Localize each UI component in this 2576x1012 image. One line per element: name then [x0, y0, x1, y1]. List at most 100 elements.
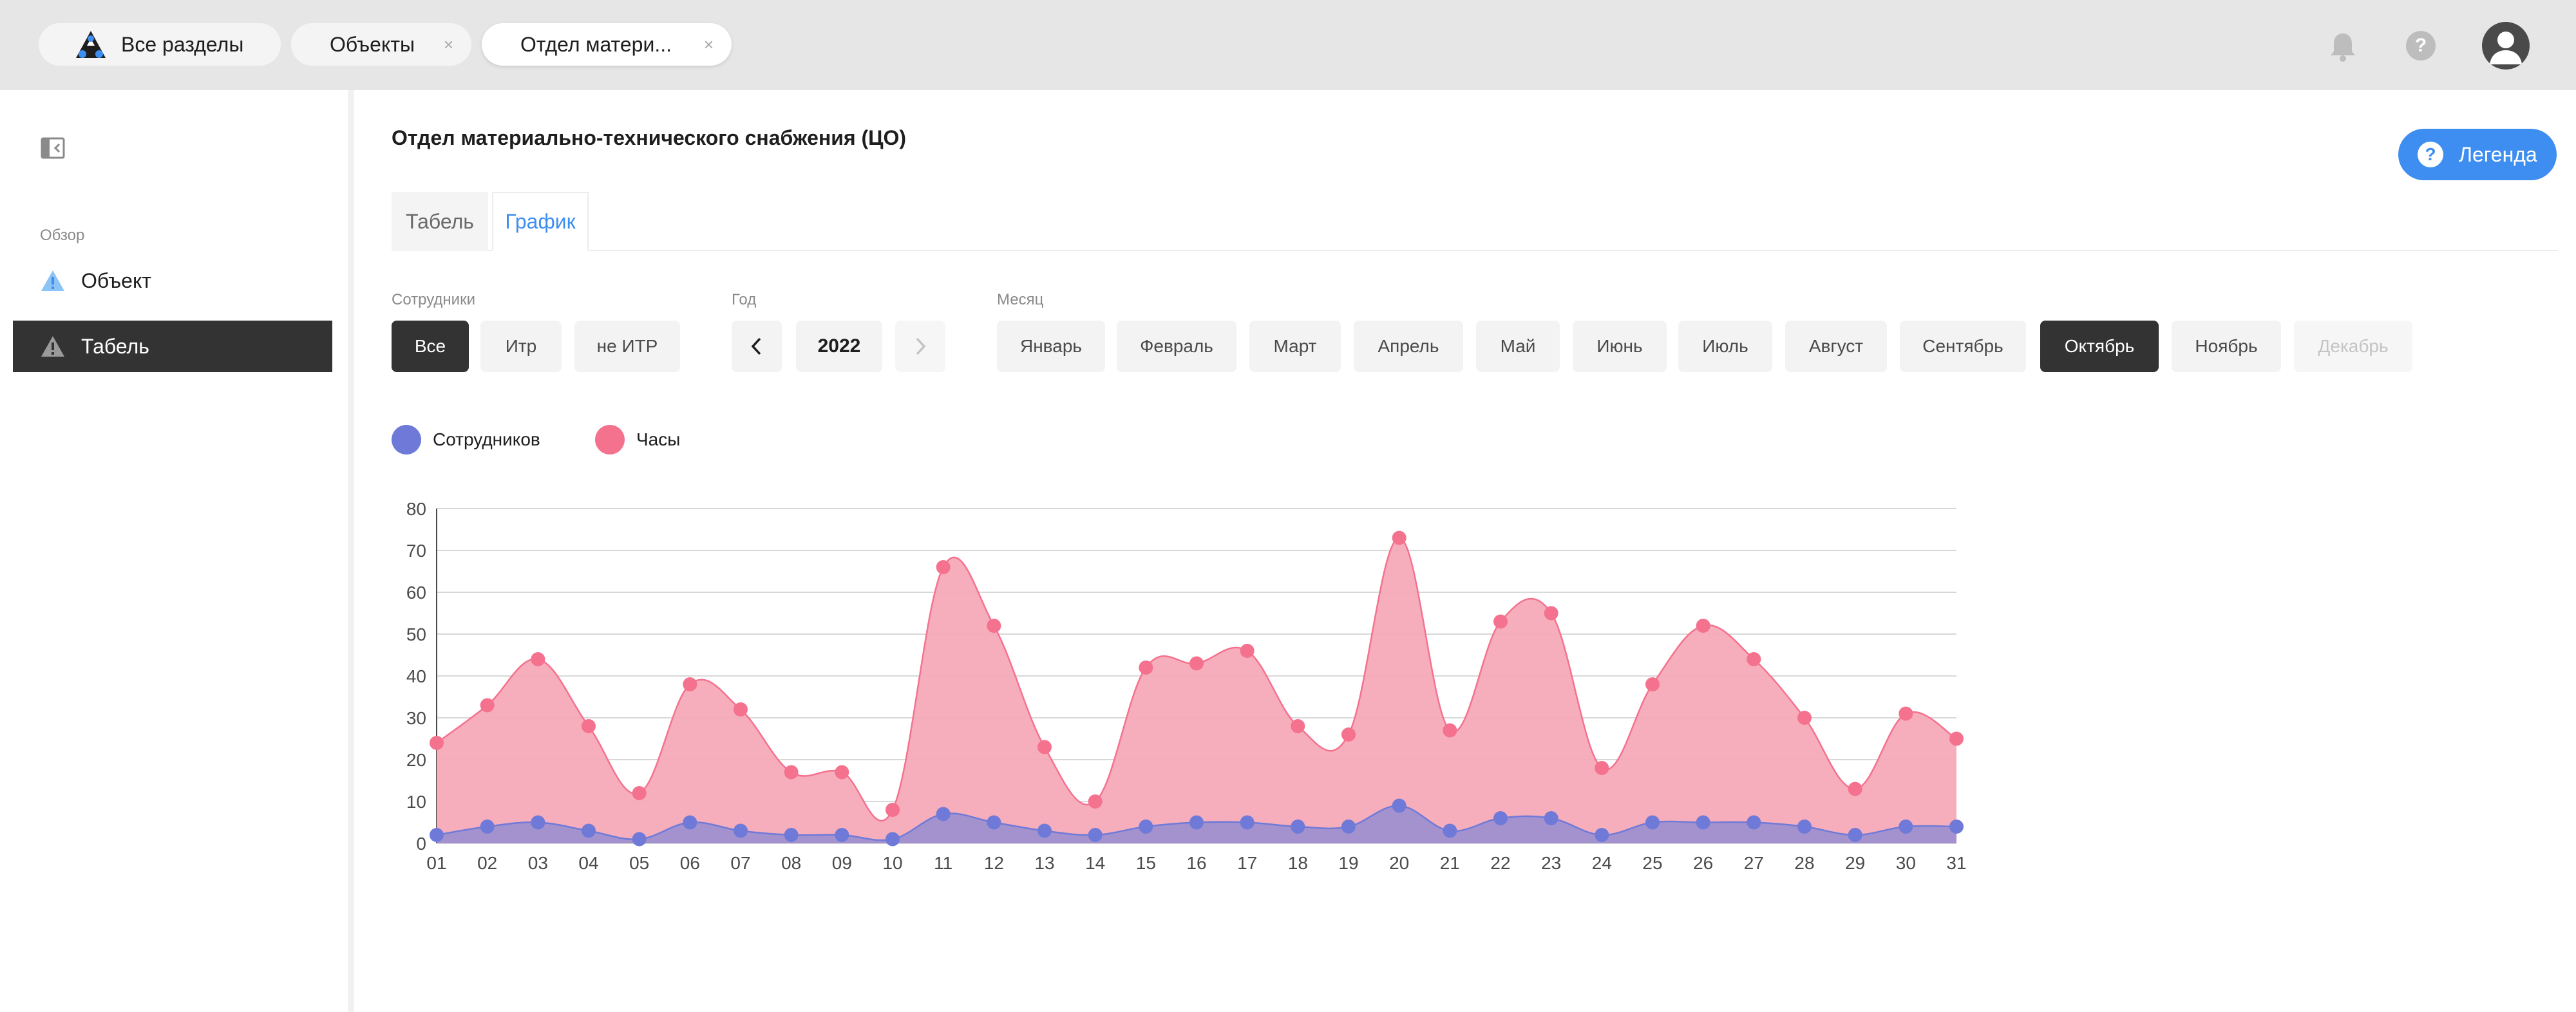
month-button-jan[interactable]: Январь	[997, 321, 1105, 372]
data-point	[430, 736, 444, 750]
data-point	[1037, 740, 1052, 754]
legend-button-label: Легенда	[2459, 142, 2537, 166]
data-point	[1544, 811, 1558, 825]
x-tick-label: 19	[1338, 853, 1358, 873]
data-point	[632, 832, 647, 847]
data-point	[1341, 820, 1356, 834]
data-point	[1797, 820, 1812, 834]
data-point	[531, 652, 545, 666]
month-button-jun[interactable]: Июнь	[1573, 321, 1667, 372]
x-tick-label: 12	[984, 853, 1004, 873]
data-point	[734, 823, 748, 838]
data-point	[1645, 815, 1660, 830]
data-point	[1848, 782, 1862, 796]
avatar[interactable]	[2482, 22, 2530, 70]
data-point	[1443, 823, 1457, 838]
month-button-apr[interactable]: Апрель	[1354, 321, 1463, 372]
tab-department[interactable]: Отдел матери... ×	[482, 23, 732, 66]
sidebar: Обзор Объект Табель	[0, 90, 354, 1012]
month-button-aug[interactable]: Август	[1785, 321, 1887, 372]
x-tick-label: 30	[1896, 853, 1916, 873]
data-point	[683, 815, 697, 830]
employees-filter-label: Сотрудники	[392, 291, 475, 308]
data-point	[1291, 820, 1305, 834]
year-prev-button[interactable]	[732, 321, 782, 372]
data-point	[430, 828, 444, 842]
legend-item-hours[interactable]: Часы	[595, 425, 680, 454]
chevron-right-icon	[916, 337, 926, 355]
x-tick-label: 09	[832, 853, 852, 873]
x-tick-label: 24	[1592, 853, 1612, 873]
close-icon[interactable]: ×	[444, 35, 453, 54]
data-point	[1797, 711, 1812, 725]
data-point	[936, 560, 951, 574]
sidebar-item-label: Табель	[81, 334, 149, 358]
collapse-sidebar-icon[interactable]	[40, 135, 66, 161]
data-point	[1645, 677, 1660, 691]
legend-item-employees[interactable]: Сотрудников	[392, 425, 540, 454]
tab-graph[interactable]: График	[492, 192, 589, 251]
legend-marker	[392, 425, 421, 454]
data-point	[1088, 828, 1103, 842]
tab-department-label: Отдел матери...	[520, 32, 672, 56]
x-tick-label: 08	[781, 853, 801, 873]
x-tick-label: 26	[1693, 853, 1713, 873]
employees-itr-button[interactable]: Итр	[480, 321, 562, 372]
y-tick-label: 60	[406, 583, 426, 603]
month-button-jul[interactable]: Июль	[1678, 321, 1772, 372]
year-next-button[interactable]	[895, 321, 945, 372]
x-tick-label: 20	[1389, 853, 1409, 873]
y-tick-label: 40	[406, 666, 426, 686]
close-icon[interactable]: ×	[704, 35, 714, 54]
data-point	[632, 786, 647, 800]
data-point	[1139, 820, 1153, 834]
month-button-may[interactable]: Май	[1476, 321, 1560, 372]
bell-icon[interactable]	[2329, 31, 2357, 63]
data-point	[582, 719, 596, 733]
employees-all-button[interactable]: Все	[392, 321, 469, 372]
month-button-dec: Декабрь	[2294, 321, 2412, 372]
tab-tabel[interactable]: Табель	[392, 192, 488, 251]
legend-button[interactable]: ? Легенда	[2398, 129, 2557, 180]
tab-objects[interactable]: Объекты ×	[291, 23, 471, 66]
x-tick-label: 27	[1744, 853, 1764, 873]
x-tick-label: 05	[629, 853, 649, 873]
data-point	[987, 619, 1001, 633]
data-point	[1240, 815, 1255, 830]
data-point	[1595, 828, 1609, 842]
data-point	[936, 807, 951, 821]
data-point	[784, 828, 799, 842]
month-button-nov[interactable]: Ноябрь	[2172, 321, 2281, 372]
data-point	[1341, 727, 1356, 742]
sidebar-item-label: Объект	[81, 268, 151, 292]
legend-marker	[595, 425, 625, 454]
data-point	[1392, 798, 1406, 813]
sidebar-item-object[interactable]: Объект	[13, 255, 332, 306]
y-tick-label: 30	[406, 708, 426, 728]
data-point	[1037, 823, 1052, 838]
y-tick-label: 0	[416, 834, 426, 854]
chevron-left-icon	[751, 337, 761, 355]
employees-non-itr-button[interactable]: не ИТР	[574, 321, 680, 372]
x-tick-label: 07	[730, 853, 750, 873]
month-button-sep[interactable]: Сентябрь	[1900, 321, 2026, 372]
data-point	[1747, 815, 1761, 830]
data-point	[531, 815, 545, 830]
data-point	[1595, 761, 1609, 775]
y-tick-label: 80	[406, 499, 426, 519]
sidebar-item-tabel[interactable]: Табель	[13, 321, 332, 372]
month-button-oct[interactable]: Октябрь	[2040, 321, 2159, 372]
legend-label: Сотрудников	[433, 429, 540, 449]
tab-all-sections[interactable]: Все разделы	[39, 23, 281, 66]
data-point	[886, 803, 900, 817]
month-button-feb[interactable]: Февраль	[1117, 321, 1236, 372]
warning-icon	[41, 270, 64, 291]
help-icon[interactable]: ?	[2406, 31, 2436, 61]
data-point	[1493, 811, 1508, 825]
x-tick-label: 03	[528, 853, 548, 873]
month-button-mar[interactable]: Март	[1249, 321, 1341, 372]
x-tick-label: 31	[1946, 853, 1966, 873]
data-point	[1899, 706, 1913, 721]
data-point	[784, 765, 799, 780]
x-tick-label: 17	[1237, 853, 1257, 873]
